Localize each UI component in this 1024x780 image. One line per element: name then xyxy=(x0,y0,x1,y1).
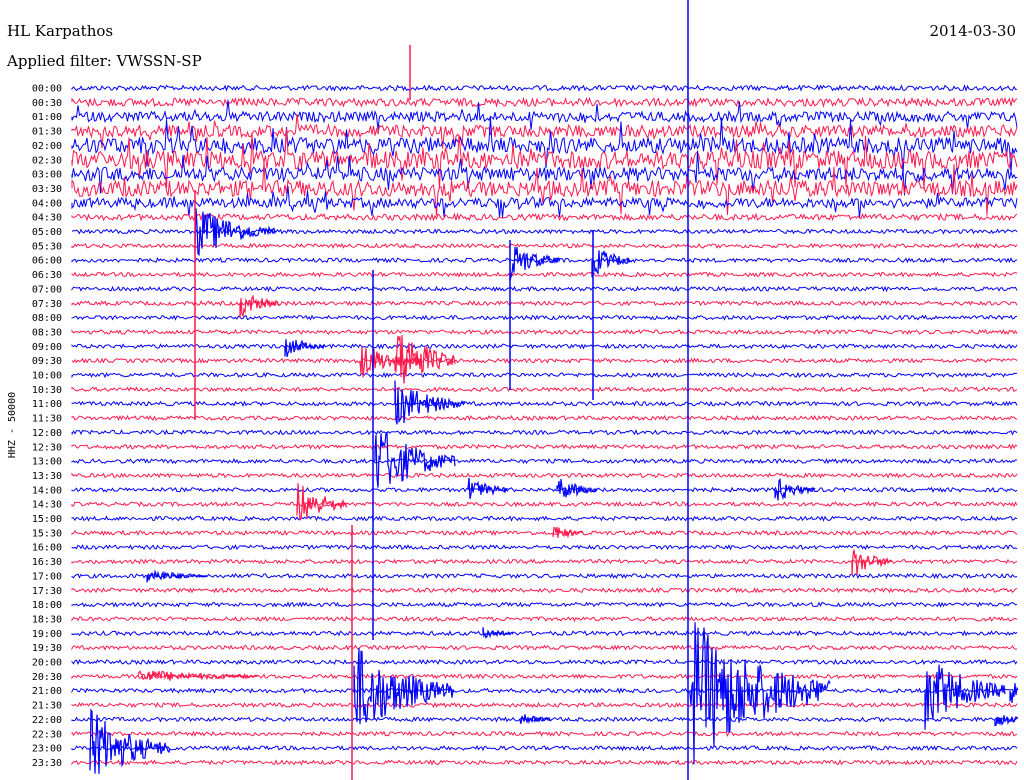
time-tick-label: 16:00 xyxy=(32,543,62,554)
y-axis-label: HHZ - 50000 xyxy=(7,392,18,458)
time-tick-label: 02:30 xyxy=(32,155,62,166)
filter-label: Applied filter: VWSSN-SP xyxy=(6,52,202,70)
time-tick-label: 05:30 xyxy=(32,241,62,252)
time-tick-label: 16:30 xyxy=(32,557,62,568)
time-tick-label: 12:00 xyxy=(32,428,62,439)
time-tick-label: 12:30 xyxy=(32,442,62,453)
time-tick-label: 20:00 xyxy=(32,658,62,669)
time-tick-label: 23:00 xyxy=(32,744,62,755)
time-tick-label: 00:30 xyxy=(32,98,62,109)
time-tick-label: 13:00 xyxy=(32,457,62,468)
time-tick-label: 07:30 xyxy=(32,299,62,310)
time-tick-label: 01:00 xyxy=(32,112,62,123)
time-tick-label: 21:00 xyxy=(32,686,62,697)
time-tick-label: 23:30 xyxy=(32,758,62,769)
time-tick-label: 19:30 xyxy=(32,643,62,654)
time-tick-label: 15:30 xyxy=(32,528,62,539)
time-tick-label: 05:00 xyxy=(32,227,62,238)
time-tick-label: 21:30 xyxy=(32,701,62,712)
time-tick-label: 03:30 xyxy=(32,184,62,195)
time-tick-label: 09:00 xyxy=(32,342,62,353)
time-tick-label: 14:00 xyxy=(32,485,62,496)
time-tick-label: 18:30 xyxy=(32,614,62,625)
time-tick-label: 19:00 xyxy=(32,629,62,640)
station-title: HL Karpathos xyxy=(7,22,113,40)
time-tick-label: 13:30 xyxy=(32,471,62,482)
time-tick-label: 18:00 xyxy=(32,600,62,611)
time-tick-label: 06:30 xyxy=(32,270,62,281)
time-tick-label: 03:00 xyxy=(32,170,62,181)
time-tick-label: 04:00 xyxy=(32,198,62,209)
time-tick-label: 08:00 xyxy=(32,313,62,324)
time-tick-label: 10:00 xyxy=(32,371,62,382)
time-tick-label: 08:30 xyxy=(32,327,62,338)
time-tick-label: 22:30 xyxy=(32,729,62,740)
time-tick-label: 11:30 xyxy=(32,414,62,425)
time-tick-label: 17:30 xyxy=(32,586,62,597)
time-tick-label: 01:30 xyxy=(32,127,62,138)
helicorder-plot: HL Karpathos 2014-03-30 Applied filter: … xyxy=(0,0,1024,780)
time-tick-label: 07:00 xyxy=(32,284,62,295)
time-tick-label: 02:00 xyxy=(32,141,62,152)
time-tick-label: 11:00 xyxy=(32,399,62,410)
time-tick-label: 00:00 xyxy=(32,84,62,95)
time-tick-label: 20:30 xyxy=(32,672,62,683)
time-tick-label: 06:00 xyxy=(32,256,62,267)
time-tick-label: 22:00 xyxy=(32,715,62,726)
time-tick-label: 10:30 xyxy=(32,385,62,396)
time-tick-label: 14:30 xyxy=(32,500,62,511)
time-tick-label: 15:00 xyxy=(32,514,62,525)
date-label: 2014-03-30 xyxy=(930,22,1016,40)
time-tick-label: 17:00 xyxy=(32,571,62,582)
time-tick-label: 04:30 xyxy=(32,213,62,224)
time-tick-label: 09:30 xyxy=(32,356,62,367)
